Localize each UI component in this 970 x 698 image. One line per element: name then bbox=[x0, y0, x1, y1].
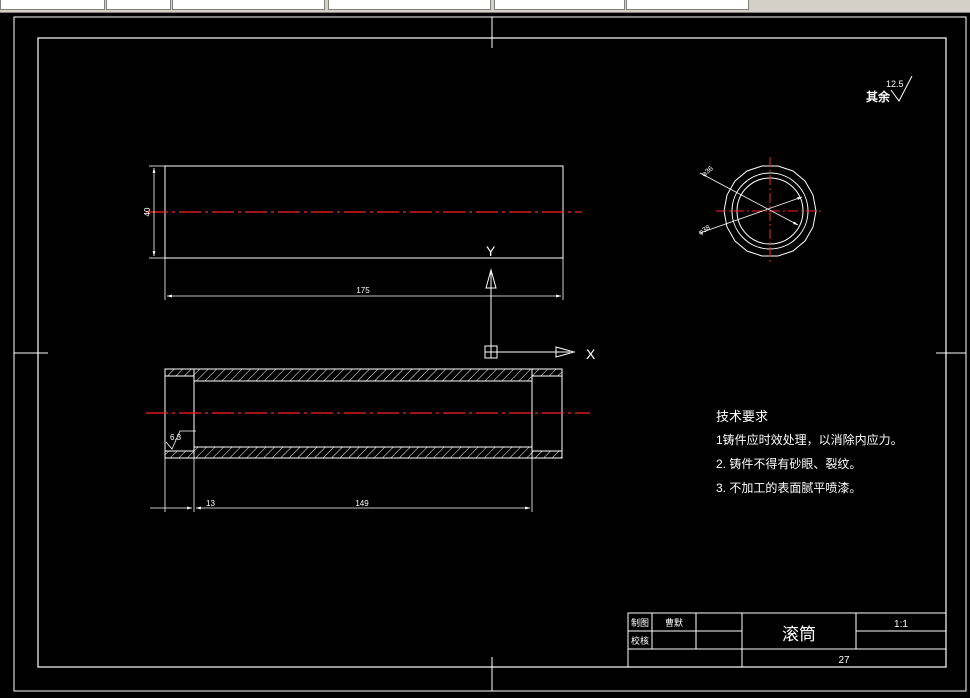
title-drawn-by: 曹默 bbox=[665, 617, 683, 628]
tech-requirements: 技术要求 1铸件应时效处理，以消除内应力。 2. 铸件不得有砂眼、裂纹。 3. … bbox=[716, 409, 903, 495]
dia-inner-text: φ36 bbox=[701, 165, 715, 178]
tech-title: 技术要求 bbox=[716, 409, 768, 424]
surface-roughness-note: 其余 12.5 bbox=[866, 75, 913, 104]
roughness-inner-text: 6.3 bbox=[170, 433, 182, 442]
hatch-bottom-wall bbox=[193, 446, 533, 459]
tech-item-1: 1铸件应时效处理，以消除内应力。 bbox=[716, 432, 903, 447]
toolbar-layer-dropdown[interactable] bbox=[172, 0, 325, 10]
ucs-y-label: Y bbox=[486, 243, 496, 259]
sheet-outer-border bbox=[13, 16, 967, 692]
toolbar-layer-icons[interactable] bbox=[106, 0, 171, 10]
toolbar-linetype-dropdown[interactable] bbox=[328, 0, 491, 10]
drawing-canvas[interactable]: 其余 12.5 40 175 Y X 6.3 13 149 φ36 φ38 技术… bbox=[0, 12, 970, 694]
dia-outer-text: φ38 bbox=[698, 224, 712, 236]
surface-note-value: 12.5 bbox=[886, 79, 904, 89]
title-sheet: 27 bbox=[838, 655, 850, 666]
title-drawn-label: 制图 bbox=[631, 617, 649, 628]
hatch-top-wall bbox=[193, 368, 533, 382]
ucs-x-label: X bbox=[586, 346, 596, 362]
title-scale: 1:1 bbox=[894, 619, 908, 630]
cad-drawing[interactable]: 其余 12.5 40 175 Y X 6.3 13 149 φ36 φ38 技术… bbox=[0, 12, 970, 694]
dim-length-text: 175 bbox=[356, 286, 370, 295]
toolbar-plotstyle-dropdown[interactable] bbox=[626, 0, 749, 10]
ucs-icon: Y X bbox=[484, 243, 596, 362]
front-view: 40 175 bbox=[143, 165, 582, 300]
title-checked-label: 校核 bbox=[631, 635, 649, 646]
tech-item-3: 3. 不加工的表面腻平喷漆。 bbox=[716, 480, 861, 495]
title-part-name: 滚筒 bbox=[782, 625, 816, 644]
dim-shoulder-text: 13 bbox=[206, 499, 215, 508]
tech-item-2: 2. 铸件不得有砂眼、裂纹。 bbox=[716, 456, 861, 471]
dim-diameter-text: 40 bbox=[143, 207, 152, 216]
surface-note-label: 其余 bbox=[866, 89, 891, 104]
section-view: 6.3 13 149 bbox=[146, 368, 590, 512]
toolbar-field-1[interactable] bbox=[0, 0, 105, 10]
side-view: φ36 φ38 bbox=[698, 157, 824, 265]
dim-bore-text: 149 bbox=[355, 499, 369, 508]
centering-marks bbox=[14, 17, 966, 691]
toolbar-lineweight-dropdown[interactable] bbox=[494, 0, 625, 10]
